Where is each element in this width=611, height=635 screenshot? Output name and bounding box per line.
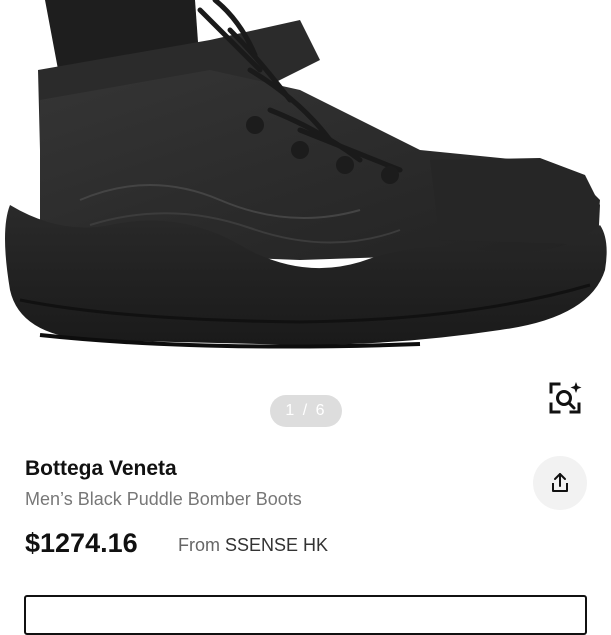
product-title: Men’s Black Puddle Bomber Boots	[25, 489, 302, 509]
price-source: From SSENSE HK	[178, 535, 328, 556]
boot-illustration	[5, 0, 607, 349]
zoom-button[interactable]	[543, 376, 587, 420]
share-icon	[552, 473, 568, 492]
image-pager: 1 / 6	[270, 395, 342, 427]
pager-text: 1 / 6	[285, 402, 327, 419]
zoom-sparkle-icon	[549, 382, 582, 414]
share-button[interactable]	[533, 456, 587, 510]
product-image[interactable]	[0, 0, 611, 378]
brand-name[interactable]: Bottega Veneta	[25, 457, 177, 481]
action-button[interactable]	[24, 595, 587, 635]
source-store[interactable]: SSENSE HK	[225, 535, 328, 555]
source-prefix: From	[178, 535, 220, 555]
price: $1274.16	[25, 528, 138, 558]
